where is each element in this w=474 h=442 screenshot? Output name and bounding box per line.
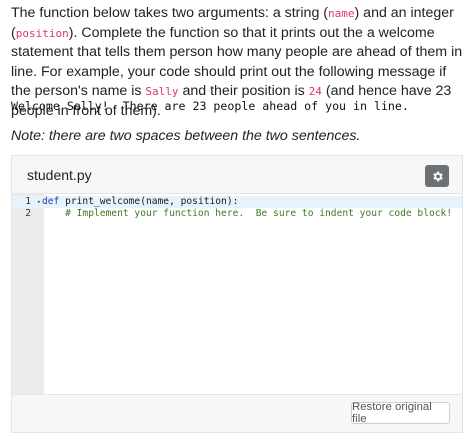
line-gutter [12,194,44,394]
function-signature: print_welcome(name, position): [59,196,239,207]
code-editor[interactable]: 1 ▾ def print_welcome(name, position): 2… [12,193,462,395]
code-line-2[interactable]: 2 # Implement your function here. Be sur… [12,208,462,220]
inline-code-24: 24 [308,85,322,99]
inline-code-sally: Sally [145,85,179,99]
restore-original-button[interactable]: Restore original file [351,401,450,425]
filename-label: student.py [27,167,92,183]
fold-arrow-icon[interactable]: ▾ [37,196,41,208]
inline-code-name: name [328,7,355,20]
line-number-1: 1 ▾ [25,196,41,208]
line-number-2: 2 [25,208,31,219]
note-text: Note: there are two spaces between the t… [11,128,361,144]
inline-code-position: position [15,26,69,40]
code-panel: student.py 1 ▾ def print_welcome(name, p… [11,155,463,433]
keyword-def: def [42,196,60,207]
gear-icon [432,171,443,181]
settings-button[interactable] [425,165,449,187]
instructions-text-4: and their position is [178,83,309,100]
code-comment: # Implement your function here. Be sure … [42,208,453,219]
instructions-text-1: The function below takes two arguments: … [11,5,329,21]
expected-output: Welcome Sally! There are 23 people ahead… [11,99,409,113]
code-line-1[interactable]: 1 ▾ def print_welcome(name, position): [12,196,462,208]
